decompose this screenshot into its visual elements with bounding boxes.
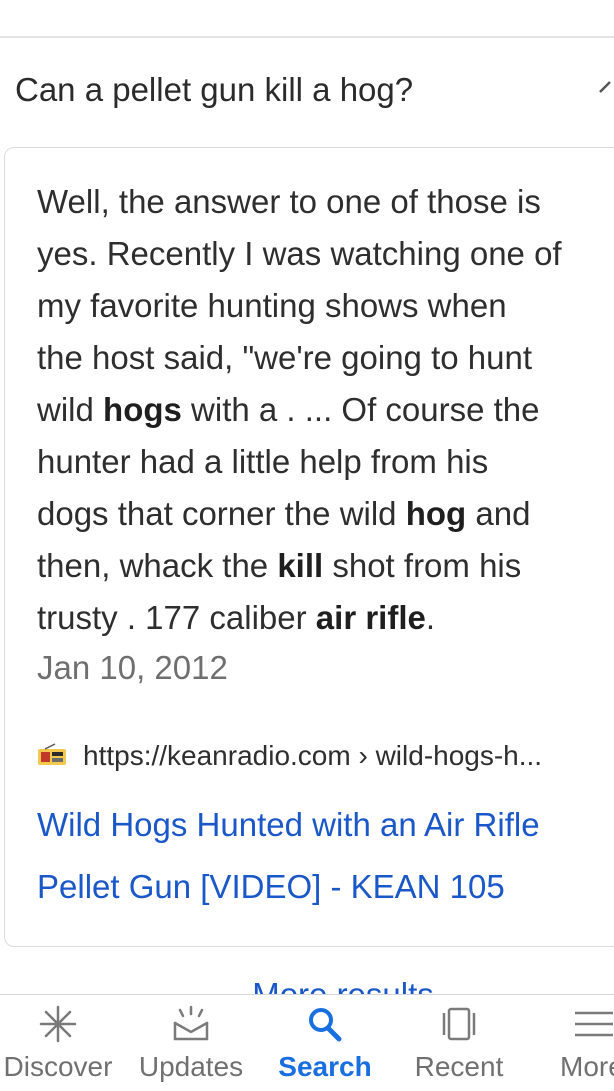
snippet-line: the host said, "we're going to hunt [37, 332, 614, 384]
snippet-text: and [466, 495, 531, 532]
snippet-text: Well, the answer to one of those is [37, 183, 541, 220]
answer-snippet: Well, the answer to one of those is yes. … [37, 176, 614, 644]
snippet-text: wild [37, 391, 104, 428]
tab-label: Discover [3, 1051, 113, 1082]
tab-label: Updates [138, 1051, 244, 1082]
snippet-line: hunter had a little help from his [37, 436, 614, 488]
snippet-line: Well, the answer to one of those is [37, 176, 614, 228]
tab-discover[interactable]: Discover [0, 995, 123, 1091]
snippet-text: then, whack the [37, 547, 278, 584]
snippet-text: yes. Recently I was watching one of [37, 235, 562, 272]
source-url[interactable]: https://keanradio.com › wild-hogs-h... [83, 740, 542, 772]
radio-station-favicon-icon [38, 743, 66, 765]
snippet-text: my favorite hunting shows when [37, 287, 507, 324]
tab-recent[interactable]: Recent [394, 995, 524, 1091]
tab-label: More [560, 1051, 614, 1082]
snippet-line: dogs that corner the wild hog and [37, 488, 614, 540]
bottom-navigation: Discover Updates Search Recent Mor [0, 994, 614, 1091]
tab-more[interactable]: More [528, 995, 614, 1091]
snippet-line: my favorite hunting shows when [37, 280, 614, 332]
result-title-line[interactable]: Wild Hogs Hunted with an Air Rifle [37, 794, 607, 856]
snippet-highlight: hog [405, 495, 467, 532]
result-title-link[interactable]: Wild Hogs Hunted with an Air Rifle Pelle… [37, 794, 607, 918]
discover-asterisk-icon [39, 1005, 77, 1043]
snippet-text: trusty . 177 caliber [37, 599, 316, 636]
snippet-text: with a . ... Of course the [181, 391, 540, 428]
snippet-text: the host said, "we're going to hunt [37, 339, 532, 376]
question-title[interactable]: Can a pellet gun kill a hog? [15, 70, 413, 110]
snippet-highlight: hogs [103, 391, 182, 428]
search-icon [309, 1008, 342, 1042]
snippet-text: dogs that corner the wild [37, 495, 406, 532]
chevron-up-icon[interactable] [598, 76, 614, 96]
recent-cards-icon [442, 1007, 476, 1041]
snippet-line: wild hogs with a . ... Of course the [37, 384, 614, 436]
updates-inbox-icon [173, 1005, 209, 1041]
tab-updates[interactable]: Updates [126, 995, 256, 1091]
snippet-text: . [425, 599, 436, 636]
more-results-label[interactable]: More results [252, 976, 434, 996]
tab-label: Search [278, 1051, 372, 1082]
result-title-line[interactable]: Pellet Gun [VIDEO] - KEAN 105 [37, 856, 607, 918]
tab-search[interactable]: Search [260, 995, 390, 1091]
snippet-highlight: air rifle [315, 599, 426, 636]
snippet-line: trusty . 177 caliber air rifle. [37, 592, 614, 644]
source-row[interactable]: https://keanradio.com › wild-hogs-h... [37, 736, 542, 776]
snippet-line: then, whack the kill shot from his [37, 540, 614, 592]
snippet-line: yes. Recently I was watching one of [37, 228, 614, 280]
more-results-button[interactable]: More results [0, 974, 614, 996]
tab-label: Recent [414, 1051, 504, 1082]
snippet-text: shot from his [323, 547, 522, 584]
snippet-highlight: kill [277, 547, 324, 584]
snippet-text: hunter had a little help from his [37, 443, 489, 480]
menu-icon [575, 1011, 613, 1037]
answer-date: Jan 10, 2012 [37, 649, 228, 686]
